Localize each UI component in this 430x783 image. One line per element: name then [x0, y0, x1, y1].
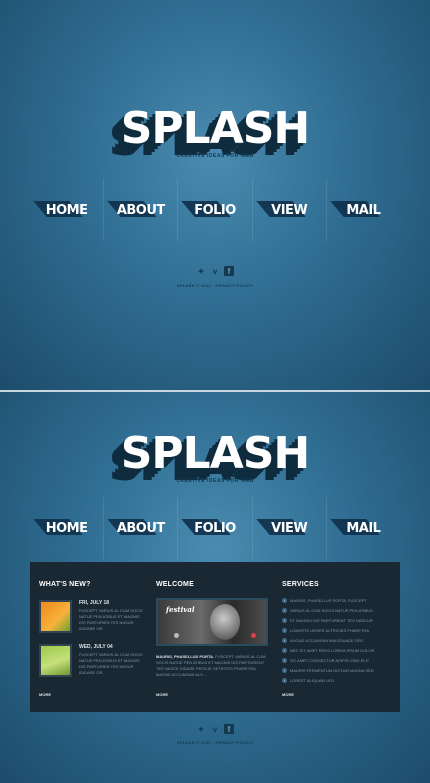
service-item[interactable]: › LOREET ALIQUAM LEO [282, 678, 392, 688]
intro-screen: SPLASH CREATIVE IDEAS FOR WEB HOME ABOUT… [0, 0, 430, 390]
nav-label: FOLIO [194, 202, 236, 218]
content-panel: WHAT'S NEW? FRI, JULY 18 FUSCEPT VARIUS … [30, 562, 400, 712]
nav-label: MAIL [346, 520, 381, 536]
nav-label: HOME [45, 202, 88, 218]
service-label: AUGUE ACCUMSAN MALESUADE ORC [290, 638, 364, 643]
twitter-icon[interactable]: ✦ [196, 266, 206, 276]
facebook-icon[interactable]: f [224, 266, 234, 276]
nav-item-home[interactable]: HOME [30, 179, 105, 241]
logo-text: SPLASH [120, 103, 311, 154]
main-nav: HOME ABOUT FOLIO VIEW MAIL [30, 179, 400, 241]
bullet-icon: › [282, 628, 287, 633]
bullet-icon: › [282, 638, 287, 643]
service-item[interactable]: › MAURIS, PHASELLUS PORTA. FUSCEPT [282, 598, 392, 608]
twitter-icon[interactable]: ✦ [196, 724, 206, 734]
bullet-icon: › [282, 658, 287, 663]
logo-text: SPLASH [120, 428, 311, 479]
welcome-title: WELCOME [156, 581, 194, 588]
whats-new-more-link[interactable]: MORE [39, 692, 51, 697]
nav-label: MAIL [346, 202, 381, 218]
portrait-shape [210, 604, 240, 640]
bullet-icon: › [282, 648, 287, 653]
footer-copyright: SPLASH © 2012 · PRIVACY POLICY [176, 283, 254, 288]
nav-item-mail[interactable]: MAIL [327, 179, 400, 241]
whats-new-title: WHAT'S NEW? [39, 581, 91, 588]
service-label: MAURIS FERMENTUM DICTUM MAGNA SED [290, 668, 374, 673]
slider-next-icon[interactable] [251, 633, 256, 638]
tagline: CREATIVE IDEAS FOR WEB [176, 153, 254, 159]
nav-item-view[interactable]: VIEW [253, 179, 327, 241]
bullet-icon: › [282, 598, 287, 603]
nav-label: HOME [45, 520, 88, 536]
nav-label: ABOUT [116, 202, 165, 218]
bullet-icon: › [282, 678, 287, 683]
news-thumbnail[interactable] [39, 600, 72, 633]
bullet-icon: › [282, 608, 287, 613]
nav-label: VIEW [271, 202, 308, 218]
social-links: ✦ v f [0, 724, 430, 734]
facebook-icon[interactable]: f [224, 724, 234, 734]
tagline: CREATIVE IDEAS FOR WEB [176, 478, 254, 484]
main-nav: HOME ABOUT FOLIO VIEW MAIL [30, 497, 400, 559]
service-item[interactable]: › ET MAGNIS DIS PARTURIENT TES NASCUR [282, 618, 392, 628]
nav-item-folio[interactable]: FOLIO [178, 179, 253, 241]
news-date: FRI, JULY 18 [79, 600, 110, 606]
service-label: LOBORTE URGES ULTRICIES PHARETRA [290, 628, 369, 633]
service-item[interactable]: › AUGUE ACCUMSAN MALESUADE ORC [282, 638, 392, 648]
service-label: VARIUS AL CUM SOCIS NATUE PEN ATIBUS [290, 608, 373, 613]
nav-item-folio[interactable]: FOLIO [178, 497, 253, 559]
welcome-image[interactable]: festival [156, 598, 268, 646]
nav-label: VIEW [271, 520, 308, 536]
bullet-icon: › [282, 668, 287, 673]
welcome-text: MAURIS, PHASELLUS PORTA. FUSCEPT VARIUS … [156, 654, 268, 678]
social-links: ✦ v f [0, 266, 430, 276]
services-list: › MAURIS, PHASELLUS PORTA. FUSCEPT › VARIU… [282, 598, 392, 688]
vimeo-icon[interactable]: v [210, 266, 220, 276]
footer-copyright: SPLASH © 2012 · PRIVACY POLICY [176, 740, 254, 745]
service-item[interactable]: › NEC SIT AMET EROS LOREM IPSUM DOLOR [282, 648, 392, 658]
nav-label: ABOUT [116, 520, 165, 536]
nav-item-mail[interactable]: MAIL [327, 497, 400, 559]
nav-item-about[interactable]: ABOUT [104, 179, 179, 241]
nav-item-view[interactable]: VIEW [253, 497, 327, 559]
slider-prev-icon[interactable] [174, 633, 179, 638]
services-title: SERVICES [282, 581, 319, 588]
vimeo-icon[interactable]: v [210, 724, 220, 734]
news-text: FUSCEPT VARIUS AL CUM SOCIS NATUE PEN AT… [79, 652, 143, 675]
nav-item-home[interactable]: HOME [30, 497, 105, 559]
logo[interactable]: SPLASH [0, 428, 430, 479]
service-item[interactable]: › VARIUS AL CUM SOCIS NATUE PEN ATIBUS [282, 608, 392, 618]
service-label: SIT AMET CONSECTUR ADIPIS CING ELIT [290, 658, 370, 663]
news-thumbnail[interactable] [39, 644, 72, 677]
service-label: NEC SIT AMET EROS LOREM IPSUM DOLOR [290, 648, 375, 653]
nav-item-about[interactable]: ABOUT [104, 497, 179, 559]
service-item[interactable]: › LOBORTE URGES ULTRICIES PHARETRA [282, 628, 392, 638]
nav-label: FOLIO [194, 520, 236, 536]
news-text: FUSCEPT VARIUS AL CUM SOCIS NATUE PEN AT… [79, 608, 143, 631]
welcome-lead: MAURIS, PHASELLUS PORTA. [156, 654, 215, 659]
services-more-link[interactable]: MORE [282, 692, 294, 697]
logo[interactable]: SPLASH [0, 103, 430, 154]
service-item[interactable]: › MAURIS FERMENTUM DICTUM MAGNA SED [282, 668, 392, 678]
news-date: WED, JULY 04 [79, 644, 113, 650]
bullet-icon: › [282, 618, 287, 623]
service-label: ET MAGNIS DIS PARTURIENT TES NASCUR [290, 618, 373, 623]
service-label: LOREET ALIQUAM LEO [290, 678, 334, 683]
welcome-more-link[interactable]: MORE [156, 692, 168, 697]
service-label: MAURIS, PHASELLUS PORTA. FUSCEPT [290, 598, 367, 603]
service-item[interactable]: › SIT AMET CONSECTUR ADIPIS CING ELIT [282, 658, 392, 668]
festival-caption: festival [166, 605, 195, 614]
